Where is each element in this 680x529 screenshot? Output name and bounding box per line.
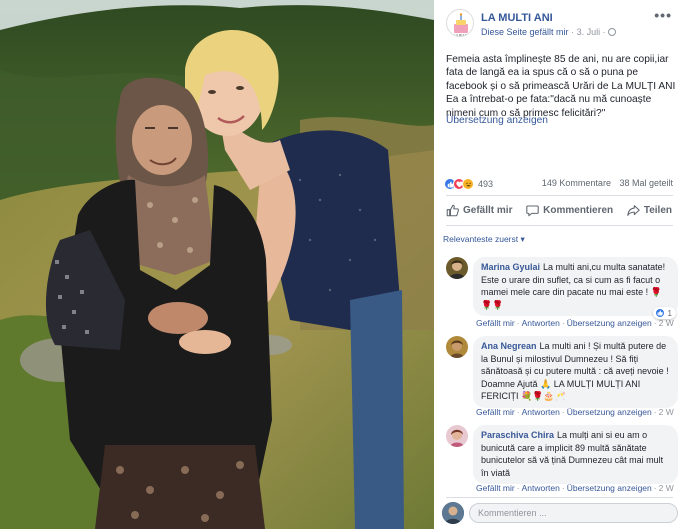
comment-like-link[interactable]: Gefällt mir — [476, 318, 515, 328]
dot-separator: · — [561, 318, 565, 328]
comment-bubble: Ana Negrean La multi ani ! Și multă puter… — [473, 336, 678, 408]
comment-actions: Gefällt mir · Antworten · Übersetzung anzeig… — [476, 483, 674, 493]
dot-separator: · — [653, 318, 657, 328]
more-options-button[interactable]: ••• — [654, 7, 672, 23]
comment-author[interactable]: Marina Gyulai — [481, 262, 540, 272]
comment-translate-link[interactable]: Übersetzung anzeigen — [567, 407, 652, 417]
dot-separator: · — [516, 318, 520, 328]
comment-icon — [526, 205, 539, 216]
commenter-avatar[interactable] — [446, 257, 468, 279]
post-side-panel: LA MULTI LA MULTI ANI Diese Seite gefäll… — [434, 0, 680, 529]
post-date[interactable]: 3. Juli — [577, 27, 601, 37]
post-meta: Diese Seite gefällt mir · 3. Juli · — [481, 27, 617, 37]
comment-composer — [442, 501, 678, 525]
dot-separator: · — [516, 483, 520, 493]
dot-separator: · — [561, 483, 565, 493]
comment-author[interactable]: Paraschiva Chira — [481, 430, 554, 440]
comment-like-number: 1 — [667, 308, 672, 318]
comment-translate-link[interactable]: Übersetzung anzeigen — [567, 318, 652, 328]
post-message: Femeia asta împlinește 85 de ani, nu are… — [446, 54, 679, 119]
comment-actions: Gefällt mir · Antworten · Übersetzung anzeig… — [476, 407, 674, 417]
commenter-avatar[interactable] — [446, 336, 468, 358]
comment-like-link[interactable]: Gefällt mir — [476, 483, 515, 493]
like-button-label: Gefällt mir — [463, 204, 513, 216]
comment-button[interactable]: Kommentieren — [526, 204, 613, 217]
share-button[interactable]: Teilen — [627, 204, 672, 217]
reaction-count: 493 — [478, 179, 494, 189]
comment-actions: Gefällt mir · Antworten · Übersetzung anzeig… — [476, 318, 674, 328]
divider — [446, 225, 673, 226]
like-button[interactable]: Gefällt mir — [446, 204, 512, 217]
comment-time[interactable]: 2 W — [659, 407, 674, 417]
divider — [446, 497, 673, 498]
comment-time[interactable]: 2 W — [659, 318, 674, 328]
post-actions: Gefällt mir Kommentieren Teilen — [446, 200, 672, 220]
comment-count[interactable]: 149 Kommentare — [542, 178, 611, 188]
post-header: LA MULTI LA MULTI ANI Diese Seite gefäll… — [434, 0, 680, 46]
comment-bubble: Marina Gyulai La multi ani,cu multa sanat… — [473, 257, 678, 317]
dot-separator: · — [653, 483, 657, 493]
reactions-summary[interactable]: 493 — [444, 177, 493, 191]
divider — [446, 195, 673, 196]
photo-illustration — [0, 0, 434, 529]
haha-reaction-icon — [462, 178, 474, 190]
comment-reply-link[interactable]: Antworten — [522, 318, 560, 328]
comment-bubble: Paraschiva Chira La mulți ani si eu am o … — [473, 425, 678, 485]
comment-reply-link[interactable]: Antworten — [522, 407, 560, 417]
thumbs-up-icon — [446, 204, 459, 216]
like-reaction-icon — [654, 308, 665, 318]
page-name[interactable]: LA MULTI ANI — [481, 12, 553, 24]
liked-page-label[interactable]: Diese Seite gefällt mir — [481, 27, 569, 37]
dot-separator: · — [561, 407, 565, 417]
comment-author[interactable]: Ana Negrean — [481, 341, 537, 351]
globe-icon — [608, 28, 617, 36]
comment-translate-link[interactable]: Übersetzung anzeigen — [567, 483, 652, 493]
dot-separator: · — [516, 407, 520, 417]
comment-like-count[interactable]: 1 — [652, 307, 676, 319]
comment-reply-link[interactable]: Antworten — [522, 483, 560, 493]
comment-sort-dropdown[interactable]: Relevanteste zuerst ▾ — [443, 234, 525, 245]
share-count[interactable]: 38 Mal geteilt — [619, 178, 673, 188]
current-user-avatar[interactable] — [442, 502, 464, 524]
see-translation-link[interactable]: Übersetzung anzeigen — [446, 115, 548, 126]
dot-separator: · — [653, 407, 657, 417]
comment-input[interactable] — [469, 503, 678, 523]
post-counts: 149 Kommentare 38 Mal geteilt — [542, 178, 673, 188]
commenter-avatar[interactable] — [446, 425, 468, 447]
comment-sort-label: Relevanteste zuerst — [443, 234, 519, 244]
share-icon — [627, 204, 640, 216]
post-photo[interactable] — [0, 0, 434, 529]
comment-like-link[interactable]: Gefällt mir — [476, 407, 515, 417]
svg-text:LA MULTI: LA MULTI — [454, 33, 467, 37]
comment-button-label: Kommentieren — [543, 204, 614, 216]
comment-time[interactable]: 2 W — [659, 483, 674, 493]
page-avatar-icon[interactable]: LA MULTI — [446, 9, 474, 37]
chevron-down-icon: ▾ — [520, 234, 525, 244]
share-button-label: Teilen — [643, 204, 672, 216]
